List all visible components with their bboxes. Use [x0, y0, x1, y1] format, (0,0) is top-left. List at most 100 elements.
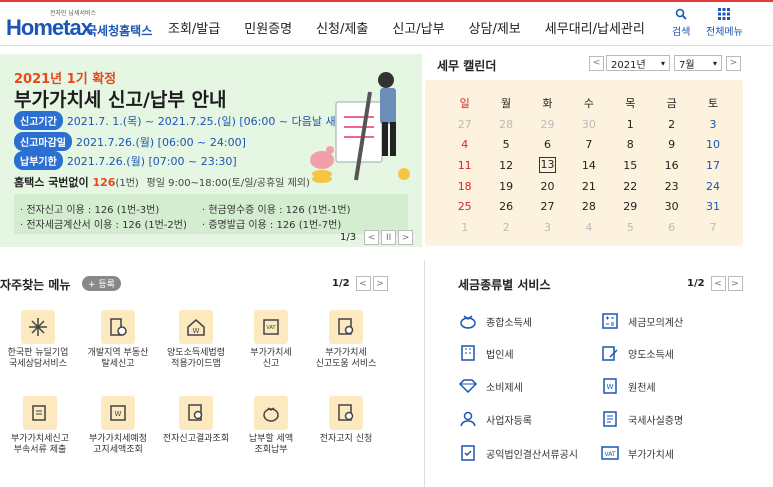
calendar-title: 세무 캘린더 — [437, 59, 497, 73]
month-select[interactable]: 7월 ▾ — [674, 55, 722, 71]
calendar-day[interactable]: 5 — [485, 135, 526, 156]
week-row: 1 2 3 4 5 6 7 — [444, 217, 734, 238]
frequent-next-button[interactable]: > — [372, 276, 388, 291]
info-line: · 증명발급 이용 : 126 (1번-7번) — [202, 220, 342, 231]
main-nav: 조회/발급 민원증명 신청/제출 신고/납부 상담/제보 세무대리/납세관리 — [168, 18, 669, 37]
calendar-day[interactable]: 11 — [444, 155, 485, 176]
calendar-day[interactable]: 14 — [568, 155, 609, 176]
banner-prev-button[interactable]: < — [364, 230, 380, 245]
calendar-day[interactable]: 8 — [610, 135, 651, 156]
all-menu-button[interactable]: 전체메뉴 — [706, 8, 743, 38]
calendar-day[interactable]: 23 — [651, 176, 692, 197]
calendar-prev-button[interactable]: < — [589, 55, 604, 71]
frequent-page-count: 1/2 — [332, 278, 350, 289]
calendar-day[interactable]: 7 — [568, 135, 609, 156]
service-label: 국세사실증명 — [628, 415, 684, 427]
calendar-day[interactable]: 1 — [610, 114, 651, 135]
calendar-day[interactable]: 27 — [444, 114, 485, 135]
service-consumption-tax[interactable]: 소비제세 — [458, 377, 523, 395]
calendar-day[interactable]: 10 — [692, 135, 733, 156]
frequent-item-vat-help[interactable]: 부가가치세 신고도움 서비스 — [308, 310, 384, 370]
calendar-day[interactable]: 4 — [444, 135, 485, 156]
service-withholding-tax[interactable]: W 원천세 — [600, 377, 656, 395]
service-label: 세금모의계산 — [628, 317, 684, 329]
calendar-day[interactable]: 6 — [651, 217, 692, 238]
calendar-day[interactable]: 30 — [651, 196, 692, 217]
banner-pause-button[interactable]: II — [381, 230, 397, 245]
tax-prev-button[interactable]: < — [710, 276, 726, 291]
frequent-item-newdeal[interactable]: 한국판 뉴딜기업 국세상담서비스 — [0, 310, 76, 370]
calendar-day[interactable]: 18 — [444, 176, 485, 197]
month-value: 7월 — [679, 59, 695, 71]
service-vat[interactable]: VAT 부가가치세 — [600, 444, 674, 462]
banner-next-button[interactable]: > — [398, 230, 414, 245]
calendar-day[interactable]: 21 — [568, 176, 609, 197]
calendar-day[interactable]: 2 — [485, 217, 526, 238]
calendar-day[interactable]: 29 — [610, 196, 651, 217]
calendar-day[interactable]: 5 — [610, 217, 651, 238]
frequent-prev-button[interactable]: < — [355, 276, 371, 291]
calendar-day[interactable]: 28 — [568, 196, 609, 217]
calendar-day[interactable]: 24 — [692, 176, 733, 197]
calendar-next-button[interactable]: > — [726, 55, 741, 71]
calendar-day[interactable]: 2 — [651, 114, 692, 135]
calendar-day[interactable]: 31 — [692, 196, 733, 217]
service-simulation[interactable]: 세금모의계산 — [600, 312, 683, 330]
grid-menu-icon — [706, 8, 743, 23]
calendar-day[interactable]: 20 — [527, 176, 568, 197]
frequent-item-e-notice[interactable]: 전자고지 신청 — [308, 396, 384, 445]
calendar-day[interactable]: 1 — [444, 217, 485, 238]
search-button[interactable]: 검색 — [672, 8, 690, 38]
service-transfer-tax[interactable]: 양도소득세 — [600, 344, 674, 362]
service-income-tax[interactable]: 종합소득세 — [458, 312, 532, 330]
service-tax-certificate[interactable]: 국세사실증명 — [600, 410, 683, 428]
calendar-day[interactable]: 3 — [692, 114, 733, 135]
service-label: 종합소득세 — [486, 317, 532, 329]
add-frequent-button[interactable]: + 등록 — [82, 276, 121, 291]
calendar-day[interactable]: 19 — [485, 176, 526, 197]
frequent-item-attachment[interactable]: 부가가치세신고 부속서류 제출 — [2, 396, 78, 456]
nav-item-apply[interactable]: 신청/제출 — [316, 18, 368, 37]
service-business-registration[interactable]: 사업자등록 — [458, 410, 532, 428]
vat-notice-banner[interactable]: 2021년 1기 확정 부가가치세 신고/납부 안내 신고기간 2021.7. … — [0, 54, 422, 247]
frequent-item-realestate[interactable]: 개발지역 부동산 탈세신고 — [80, 310, 156, 370]
frequent-item-payment[interactable]: 납부할 세액 조회납부 — [233, 396, 309, 456]
calendar-day[interactable]: 7 — [692, 217, 733, 238]
calendar-day[interactable]: 29 — [527, 114, 568, 135]
nav-item-issue[interactable]: 조회/발급 — [168, 18, 220, 37]
frequent-item-vat-notice[interactable]: W 부가가치세예정 고지세액조회 — [80, 396, 156, 456]
tax-page-count: 1/2 — [687, 278, 705, 289]
service-label: 공익법인결산서류공시 — [486, 449, 578, 461]
calendar-day[interactable]: 17 — [692, 155, 733, 176]
frequent-item-transfer-guide[interactable]: W 양도소득세법령 적용가이드맵 — [158, 310, 234, 370]
calendar-day[interactable]: 9 — [651, 135, 692, 156]
calendar-day[interactable]: 30 — [568, 114, 609, 135]
calendar-day[interactable]: 16 — [651, 155, 692, 176]
calendar-day[interactable]: 15 — [610, 155, 651, 176]
nav-item-agent[interactable]: 세무대리/납세관리 — [545, 18, 645, 37]
calendar-day[interactable]: 12 — [485, 155, 526, 176]
calendar-day[interactable]: 6 — [527, 135, 568, 156]
calendar-day[interactable]: 26 — [485, 196, 526, 217]
building-icon — [458, 344, 478, 362]
nav-item-report[interactable]: 신고/납부 — [392, 18, 444, 37]
nav-item-certificate[interactable]: 민원증명 — [244, 18, 292, 37]
info-line: · 전자세금계산서 이용 : 126 (1번-2번) — [20, 220, 187, 231]
weekday-header: 일 — [459, 97, 470, 110]
frequent-item-result[interactable]: 전자신고결과조회 — [158, 396, 234, 445]
calendar-day[interactable]: 25 — [444, 196, 485, 217]
service-corporate-tax[interactable]: 법인세 — [458, 344, 514, 362]
calendar-day-today[interactable]: 13 — [527, 155, 568, 176]
frequent-item-vat-report[interactable]: VAT 부가가치세 신고 — [233, 310, 309, 370]
calendar-day[interactable]: 22 — [610, 176, 651, 197]
tax-next-button[interactable]: > — [727, 276, 743, 291]
calendar-day[interactable]: 4 — [568, 217, 609, 238]
nav-item-consult[interactable]: 상담/제보 — [469, 18, 521, 37]
calendar-day[interactable]: 28 — [485, 114, 526, 135]
service-public-interest-disclosure[interactable]: 공익법인결산서류공시 — [458, 444, 578, 462]
calendar-day[interactable]: 27 — [527, 196, 568, 217]
hometax-logo[interactable]: 전자민 납세서비스 Hometax 국세청홈택스 — [6, 8, 152, 40]
calendar-day[interactable]: 3 — [527, 217, 568, 238]
week-row: 25 26 27 28 29 30 31 — [444, 196, 734, 217]
year-select[interactable]: 2021년 ▾ — [606, 55, 670, 71]
